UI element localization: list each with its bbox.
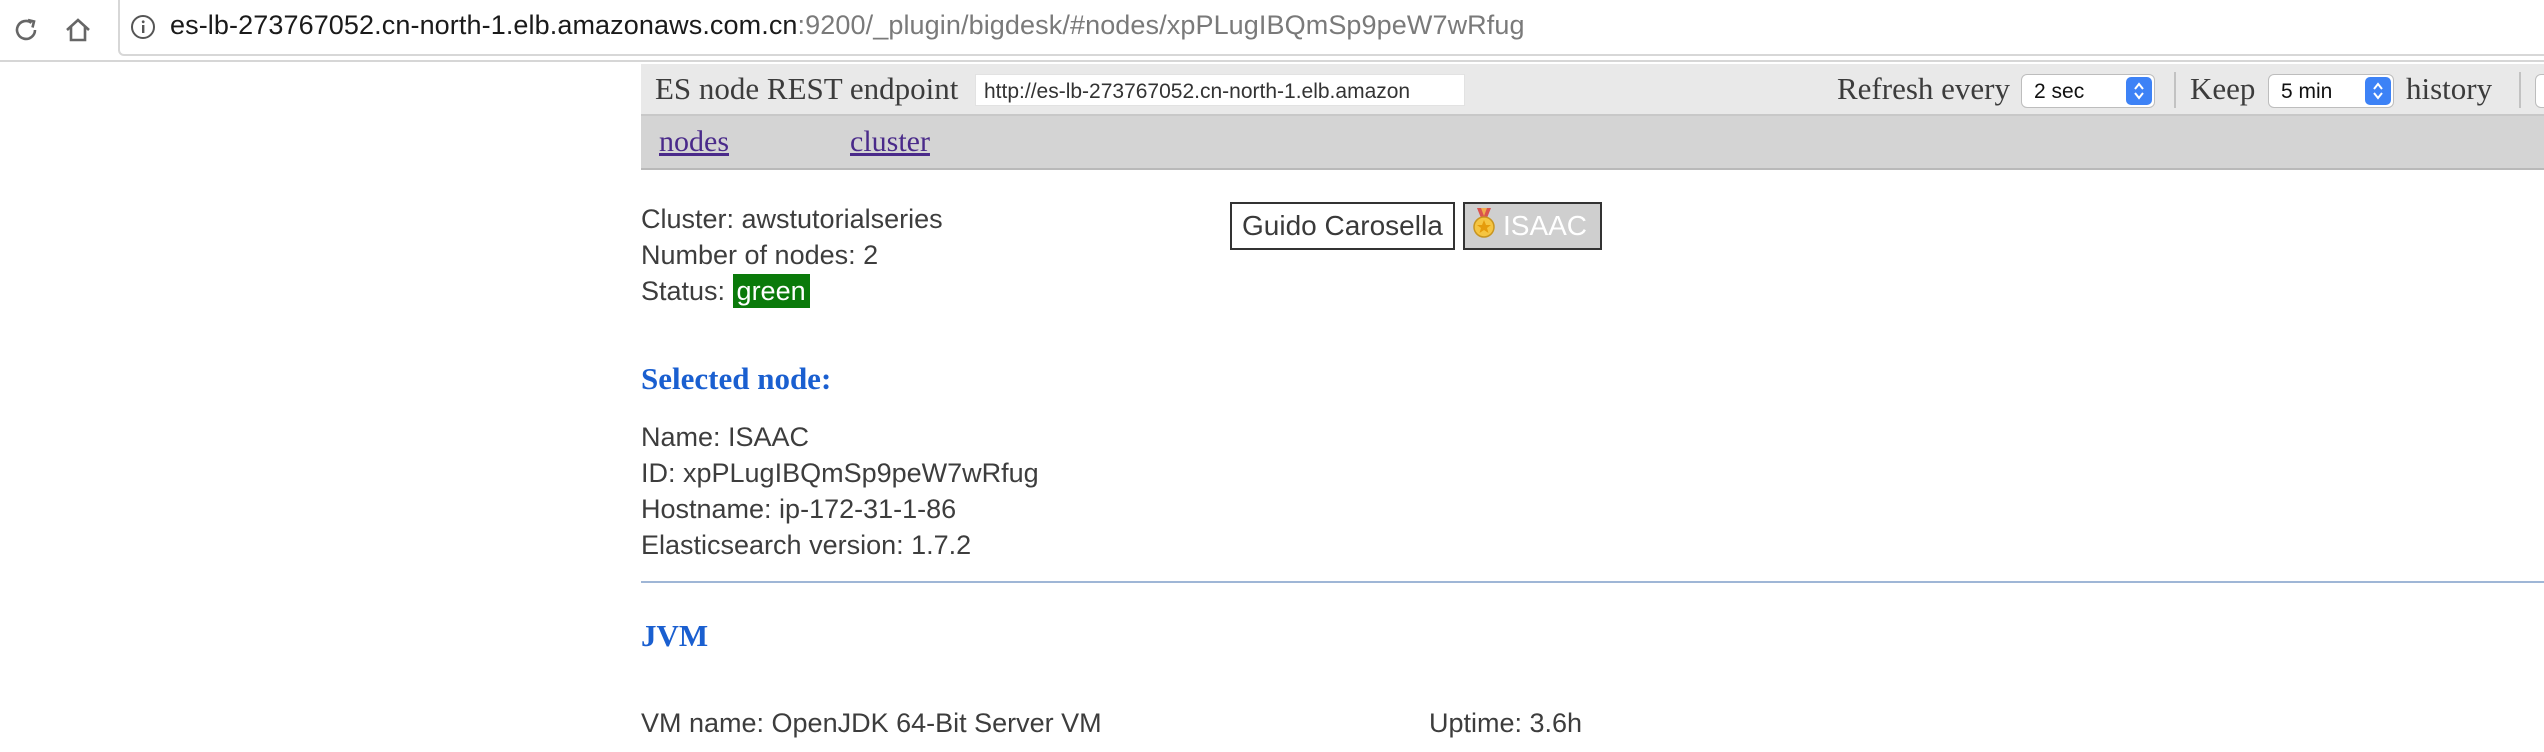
toolbar-divider [2174, 72, 2176, 108]
toolbar-divider [2519, 72, 2521, 108]
browser-toolbar: es-lb-273767052.cn-north-1.elb.amazonaws… [0, 0, 2544, 62]
endpoint-value-text: http://es-lb-273767052.cn-north-1.elb.am… [984, 80, 1411, 103]
site-info-icon[interactable] [130, 14, 156, 40]
refresh-label: Refresh every [1837, 71, 2010, 106]
section-divider [641, 581, 2544, 583]
address-bar[interactable]: es-lb-273767052.cn-north-1.elb.amazonaws… [118, 0, 2544, 56]
url-path: :9200/_plugin/bigdesk/#nodes/xpPLugIBQmS… [797, 10, 1525, 40]
node-button-label: ISAAC [1503, 210, 1588, 241]
reload-icon[interactable] [6, 10, 46, 50]
master-node-medal-icon [1469, 206, 1499, 247]
refresh-interval-value: 2 sec [2034, 80, 2085, 103]
toolbar-extra-control[interactable] [2535, 74, 2544, 108]
tab-nodes[interactable]: nodes [659, 125, 729, 159]
jvm-uptime: Uptime: 3.6h [1429, 708, 1583, 738]
node-name: Name: ISAAC [641, 422, 810, 452]
select-arrows-icon [2365, 77, 2391, 105]
node-id: ID: xpPLugIBQmSp9peW7wRfug [641, 458, 1039, 488]
keep-label: Keep [2190, 71, 2256, 106]
url-text: es-lb-273767052.cn-north-1.elb.amazonaws… [170, 10, 1525, 41]
endpoint-label: ES node REST endpoint [655, 71, 959, 106]
node-button-label: Guido Carosella [1242, 210, 1443, 241]
node-hostname: Hostname: ip-172-31-1-86 [641, 494, 957, 524]
jvm-vm-name: VM name: OpenJDK 64-Bit Server VM [641, 708, 1102, 738]
main-tabs: nodes cluster [641, 116, 2544, 170]
refresh-interval-select[interactable]: 2 sec [2021, 74, 2155, 108]
node-es-version: Elasticsearch version: 1.7.2 [641, 530, 972, 560]
endpoint-input-field[interactable]: http://es-lb-273767052.cn-north-1.elb.am… [975, 74, 1465, 106]
bigdesk-toolbar: ES node REST endpoint http://es-lb-27376… [641, 64, 2544, 116]
history-length-value: 5 min [2281, 80, 2333, 103]
url-host: es-lb-273767052.cn-north-1.elb.amazonaws… [170, 10, 798, 40]
jvm-section-title: JVM [641, 618, 709, 653]
history-length-select[interactable]: 5 min [2268, 74, 2394, 108]
cluster-status: Status: green [641, 274, 810, 308]
select-arrows-icon [2126, 77, 2152, 105]
node-button-guido-carosella[interactable]: Guido Carosella [1230, 202, 1455, 250]
status-label: Status: [641, 276, 733, 306]
cluster-node-count: Number of nodes: 2 [641, 240, 879, 270]
selected-node-title: Selected node: [641, 361, 832, 396]
history-label: history [2406, 71, 2493, 106]
node-button-isaac[interactable]: ISAAC [1463, 202, 1602, 250]
home-icon[interactable] [58, 10, 98, 50]
cluster-name: Cluster: awstutorialseries [641, 204, 943, 234]
status-badge: green [732, 274, 810, 308]
tab-cluster[interactable]: cluster [850, 125, 930, 159]
